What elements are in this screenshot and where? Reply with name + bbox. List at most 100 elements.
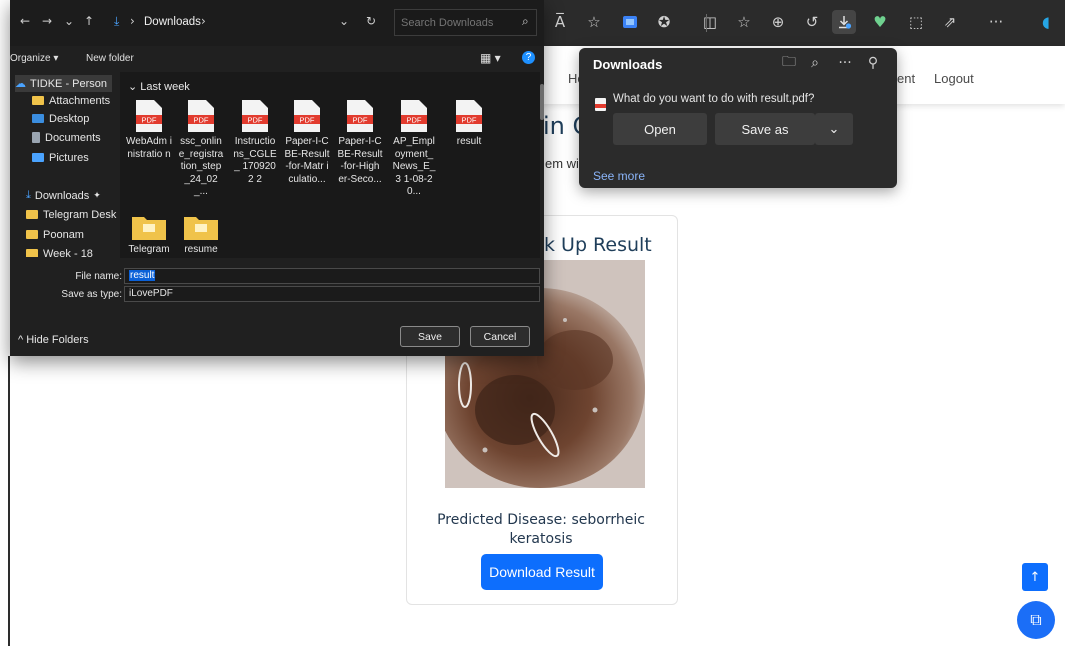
hide-folders-toggle[interactable]: ^ Hide Folders [18, 334, 89, 346]
split-screen-icon[interactable]: ◫ [698, 10, 722, 34]
folder-icon [26, 210, 38, 219]
nav-item-label: Telegram Desk [43, 208, 117, 221]
more-icon[interactable]: ··· [984, 10, 1008, 34]
desktop-icon [32, 114, 44, 123]
folder-icon [184, 214, 218, 240]
page-subtext: em wi [545, 156, 579, 171]
open-button[interactable]: Open [613, 113, 707, 145]
collections-icon[interactable]: ⊕ [766, 10, 790, 34]
nav-item-poonam[interactable]: Poonam [26, 226, 84, 243]
file-item[interactable]: PDF WebAdm inistratio n [126, 100, 172, 161]
svg-text:PDF: PDF [407, 116, 422, 125]
nav-item-label: Documents [45, 131, 101, 144]
folder-icon [132, 214, 166, 240]
help-icon[interactable]: ? [522, 51, 535, 64]
favorite-star-icon[interactable]: ☆ [582, 10, 606, 34]
chat-icon: ⧉ [1030, 610, 1042, 629]
nav-item-desktop[interactable]: Desktop [32, 110, 89, 127]
file-name-value: result [129, 270, 156, 281]
documents-icon [32, 132, 40, 143]
recent-dropdown-icon[interactable]: ⌄ [64, 14, 74, 28]
downloads-flyout: Downloads 🗀 ⌕ ··· ⚲ What do you want to … [579, 48, 897, 188]
file-name: Paper-I-C BE-Result -for-High er-Seco... [337, 136, 383, 185]
open-folder-icon[interactable]: 🗀 [779, 53, 799, 73]
address-path[interactable]: Downloads [144, 16, 201, 28]
extension-icon[interactable] [618, 10, 642, 34]
new-folder-button[interactable]: New folder [86, 53, 134, 64]
navigation-pane: ☁ TIDKE - Person Attachments Desktop Doc… [10, 72, 118, 257]
file-name: Instructio ns_CGLE_ 1709202 2 [233, 136, 277, 185]
file-name-label: File name: [75, 271, 122, 282]
group-header-last-week[interactable]: ⌄ Last week [128, 80, 190, 93]
performance-icon[interactable]: ♥ [868, 10, 892, 34]
nav-item-onedrive[interactable]: ☁ TIDKE - Person [15, 75, 112, 92]
nav-item-label: TIDKE - Person [30, 77, 108, 90]
file-name: Telegram [128, 244, 170, 255]
folder-icon [32, 96, 44, 105]
back-to-top-button[interactable]: ↑ [1022, 563, 1048, 591]
organize-menu[interactable]: Organize ▾ [10, 53, 58, 64]
nav-item-downloads[interactable]: ⤓ Downloads ✦ [26, 187, 101, 204]
download-result-button[interactable]: Download Result [481, 554, 603, 590]
file-item[interactable]: PDF AP_Empl oyment_ News_E_3 1-08-20... [391, 100, 437, 199]
nav-item-label: Week - 18 [43, 247, 93, 258]
nav-item-label: Attachments [49, 94, 111, 107]
refresh-icon[interactable]: ↻ [366, 14, 376, 28]
file-item[interactable]: PDF ssc_onlin e_registra tion_step _24_0… [178, 100, 224, 199]
nav-link-partial[interactable]: ent [897, 71, 915, 86]
screenshot-icon[interactable]: ⬚ [904, 10, 928, 34]
address-dropdown-icon[interactable]: ⌄ [339, 14, 349, 28]
more-options-icon[interactable]: ··· [835, 53, 855, 73]
view-options-icon[interactable]: ▦ ▾ [480, 51, 501, 65]
nav-logout-link[interactable]: Logout [934, 71, 974, 86]
read-aloud-icon[interactable]: A̅ [548, 10, 572, 34]
save-as-dialog: ← → ⌄ ↑ ⤓ › Downloads › ⌄ ↻ ⌕ Organize ▾… [10, 0, 544, 356]
search-icon: ⌕ [522, 14, 529, 28]
nav-item-attachments[interactable]: Attachments [32, 92, 110, 109]
predicted-disease-text: Predicted Disease: seborrheic keratosis [437, 512, 645, 547]
downloads-icon[interactable] [832, 10, 856, 34]
edge-copilot-icon[interactable]: ◖ [1034, 10, 1058, 34]
search-downloads-input[interactable] [394, 9, 537, 36]
file-list-scrollbar[interactable] [540, 84, 544, 120]
svg-text:PDF: PDF [142, 116, 157, 125]
save-button[interactable]: Save [400, 326, 460, 347]
browser-toolbar: A̅ ☆ ✪ ◫ ☆ ⊕ ↺ ♥ ⬚ ⇗ ··· ◖ [540, 0, 1065, 46]
share-icon[interactable]: ⇗ [938, 10, 962, 34]
save-type-select[interactable]: iLovePDF [124, 286, 540, 302]
folder-item[interactable]: resume [178, 208, 224, 257]
forward-arrow-icon[interactable]: → [42, 14, 52, 28]
nav-item-telegram[interactable]: Telegram Desk [26, 206, 116, 223]
save-as-button[interactable]: Save as [715, 113, 815, 145]
folder-item[interactable]: Telegram [126, 208, 172, 257]
file-name: resume [184, 244, 218, 255]
pdf-file-icon: PDF [347, 100, 373, 132]
file-item[interactable]: PDF Paper-I-C BE-Result -for-Matr iculat… [284, 100, 330, 186]
card-title: k Up Result [544, 234, 652, 256]
copilot-icon[interactable]: ✪ [652, 10, 676, 34]
nav-item-label: Desktop [49, 112, 90, 125]
cancel-button[interactable]: Cancel [470, 326, 530, 347]
file-item[interactable]: PDF result [446, 100, 492, 149]
chat-button[interactable]: ⧉ [1017, 601, 1055, 639]
file-item[interactable]: PDF Paper-I-C BE-Result -for-High er-Sec… [337, 100, 383, 186]
nav-item-label: Poonam [43, 228, 84, 241]
up-arrow-icon[interactable]: ↑ [84, 14, 94, 28]
search-icon[interactable]: ⌕ [805, 53, 825, 73]
file-item[interactable]: PDF Instructio ns_CGLE_ 1709202 2 [232, 100, 278, 186]
nav-item-pictures[interactable]: Pictures [32, 149, 89, 166]
favorites-icon[interactable]: ☆ [732, 10, 756, 34]
download-icon: ⤓ [26, 189, 31, 201]
file-name: ssc_onlin e_registra tion_step _24_02_..… [178, 136, 224, 197]
nav-item-label: Pictures [49, 151, 89, 164]
history-icon[interactable]: ↺ [800, 10, 824, 34]
see-more-link[interactable]: See more [593, 169, 645, 183]
nav-item-week18[interactable]: Week - 18 [26, 245, 93, 257]
download-location-icon: ⤓ [114, 14, 120, 28]
save-as-dropdown[interactable]: ⌄ [815, 113, 853, 145]
pin-icon[interactable]: ⚲ [863, 53, 883, 73]
back-arrow-icon[interactable]: ← [20, 14, 30, 28]
nav-item-label: Downloads [34, 189, 90, 202]
nav-item-documents[interactable]: Documents [32, 129, 101, 146]
file-name-input[interactable]: result [124, 268, 540, 284]
